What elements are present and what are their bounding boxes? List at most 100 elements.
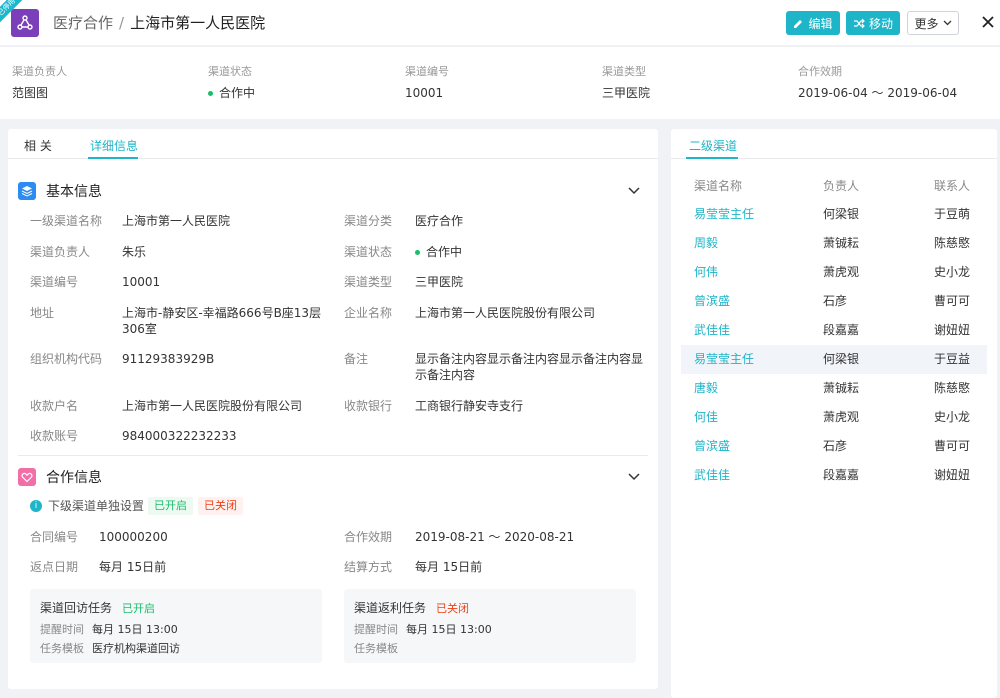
table-row[interactable]: 唐毅 萧铖耘 陈慈愍 — [681, 374, 987, 403]
shuffle-icon — [853, 18, 865, 28]
channel-logo — [11, 9, 39, 37]
section-divider — [18, 455, 648, 456]
channel-name-link[interactable]: 曾滨盛 — [694, 438, 730, 454]
field-label: 结算方式 — [344, 560, 393, 574]
field-value: 每月 15日前 — [99, 560, 167, 574]
task-value: 每月 15日 13:00 — [92, 623, 178, 636]
channel-name-link[interactable]: 何佳 — [694, 409, 718, 425]
field-value: 显示备注内容显示备注内容显示备注内容显 — [415, 352, 644, 366]
share-nodes-icon — [17, 15, 33, 30]
field-value: 2019-08-21 ～ 2020-08-21 — [415, 530, 575, 544]
breadcrumb-parent[interactable]: 医疗合作 — [53, 14, 113, 32]
task-title: 渠道返利任务 — [354, 601, 427, 615]
side-tabs: 二级渠道 — [671, 129, 997, 159]
status-dot — [415, 249, 420, 255]
tab-detail[interactable]: 详细信息 — [90, 137, 138, 154]
field-label: 渠道分类 — [344, 214, 393, 228]
task-card[interactable]: 渠道返利任务 已关闭 提醒时间 每月 15日 13:00 任务模板 — [344, 589, 636, 663]
breadcrumb: 医疗合作 / 上海市第一人民医院 — [53, 13, 265, 33]
page-header: 已停用 医疗合作 / 上海市第一人民医院 编辑 移动 更多 — [0, 0, 1000, 46]
channel-name-link[interactable]: 武佳佳 — [694, 322, 730, 338]
tab-related[interactable]: 相 关 — [24, 137, 52, 154]
field-label: 返点日期 — [30, 560, 79, 574]
contact-cell: 陈慈愍 — [934, 236, 971, 250]
owner-cell: 段嘉嘉 — [823, 468, 860, 482]
table-row[interactable]: 易莹莹主任 何梁银 于豆萌 — [681, 200, 987, 229]
basic-info-header[interactable]: 基本信息 — [18, 181, 102, 201]
channel-name-link[interactable]: 武佳佳 — [694, 467, 730, 483]
task-label: 任务模板 — [40, 642, 84, 655]
tab-sub-channels[interactable]: 二级渠道 — [689, 137, 737, 154]
channel-name-link[interactable]: 唐毅 — [694, 380, 718, 396]
enabled-badge[interactable]: 已开启 — [148, 497, 193, 515]
tab-active-indicator — [686, 157, 738, 159]
field-value: 984000322232233 — [122, 429, 237, 443]
channel-name-link[interactable]: 何伟 — [694, 264, 718, 280]
summary-strip: 渠道负责人 范图图 渠道状态 合作中 渠道编号 10001 渠道类型 三甲医院 … — [0, 47, 1000, 119]
table-row[interactable]: 武佳佳 段嘉嘉 谢妞妞 — [681, 316, 987, 345]
task-card[interactable]: 渠道回访任务 已开启 提醒时间 每月 15日 13:00 任务模板 医疗机构渠道… — [30, 589, 322, 663]
field-value: 10001 — [122, 275, 161, 289]
channel-name-link[interactable]: 易莹莹主任 — [694, 351, 754, 367]
field-label: 渠道类型 — [344, 275, 393, 289]
owner-cell: 石彦 — [823, 439, 848, 453]
table-row[interactable]: 曾滨盛 石彦 曹可可 — [681, 432, 987, 461]
table-row[interactable]: 武佳佳 段嘉嘉 谢妞妞 — [681, 461, 987, 490]
summary-type: 渠道类型 三甲医院 — [602, 65, 650, 101]
field-label: 收款银行 — [344, 399, 393, 413]
summary-label: 渠道状态 — [208, 65, 252, 78]
summary-label: 渠道编号 — [405, 65, 449, 78]
edit-button[interactable]: 编辑 — [786, 11, 840, 35]
table-row[interactable]: 何佳 萧虎观 史小龙 — [681, 403, 987, 432]
owner-cell: 萧铖耘 — [823, 381, 860, 395]
close-button[interactable] — [978, 12, 998, 32]
move-button[interactable]: 移动 — [846, 11, 900, 35]
field-value: 306室 — [122, 322, 157, 336]
task-value: 医疗机构渠道回访 — [92, 642, 180, 655]
contact-cell: 于豆益 — [934, 352, 971, 366]
more-dropdown-label: 更多 — [914, 16, 939, 31]
task-status: 已关闭 — [436, 602, 469, 615]
summary-label: 渠道类型 — [602, 65, 646, 78]
detail-card: 相 关 详细信息 基本信息 一级渠道名称 上海市第一人民医院 渠道分类 医疗合作… — [8, 129, 658, 689]
status-dot — [208, 90, 213, 96]
table-row[interactable]: 曾滨盛 石彦 曹可可 — [681, 287, 987, 316]
channel-name-link[interactable]: 周毅 — [694, 235, 718, 251]
owner-cell: 何梁银 — [823, 207, 860, 221]
more-dropdown[interactable]: 更多 — [907, 11, 959, 35]
task-status: 已开启 — [122, 602, 155, 615]
owner-cell: 萧虎观 — [823, 265, 860, 279]
chevron-down-icon[interactable] — [627, 184, 641, 198]
contact-cell: 于豆萌 — [934, 207, 971, 221]
summary-value: 10001 — [405, 86, 444, 100]
contact-cell: 谢妞妞 — [934, 468, 971, 482]
detail-tabs: 相 关 详细信息 — [8, 129, 658, 159]
channel-name-link[interactable]: 曾滨盛 — [694, 293, 730, 309]
table-row[interactable]: 何伟 萧虎观 史小龙 — [681, 258, 987, 287]
edit-button-label: 编辑 — [808, 16, 833, 31]
field-value: 上海市第一人民医院 — [122, 214, 231, 228]
field-value: 每月 15日前 — [415, 560, 483, 574]
task-label: 提醒时间 — [40, 623, 84, 636]
field-value: 合作中 — [426, 245, 463, 259]
owner-cell: 何梁银 — [823, 352, 860, 366]
column-header: 联系人 — [934, 179, 971, 193]
sub-channel-card: 二级渠道 渠道名称 负责人 联系人 易莹莹主任 何梁银 于豆萌 周毅 萧铖耘 陈慈愍 何… — [671, 129, 997, 698]
chevron-down-icon[interactable] — [627, 470, 641, 484]
summary-owner: 渠道负责人 范图图 — [12, 65, 67, 101]
table-row[interactable]: 周毅 萧铖耘 陈慈愍 — [681, 229, 987, 258]
field-label: 收款账号 — [30, 429, 79, 443]
breadcrumb-separator: / — [119, 14, 125, 32]
table-row-hovered[interactable]: 易莹莹主任 何梁银 于豆益 — [681, 345, 987, 374]
summary-value: 2019-06-04 ～ 2019-06-04 — [798, 86, 958, 100]
field-value: 三甲医院 — [415, 275, 464, 289]
channel-name-link[interactable]: 易莹莹主任 — [694, 206, 754, 222]
field-value: 示备注内容 — [415, 368, 476, 382]
coop-info-header[interactable]: 合作信息 — [18, 467, 102, 487]
field-label: 备注 — [344, 352, 369, 366]
field-label: 渠道状态 — [344, 245, 393, 259]
field-label: 渠道负责人 — [30, 245, 91, 259]
disabled-badge[interactable]: 已关闭 — [198, 497, 243, 515]
pencil-icon — [794, 19, 803, 28]
field-label: 合同编号 — [30, 530, 79, 544]
